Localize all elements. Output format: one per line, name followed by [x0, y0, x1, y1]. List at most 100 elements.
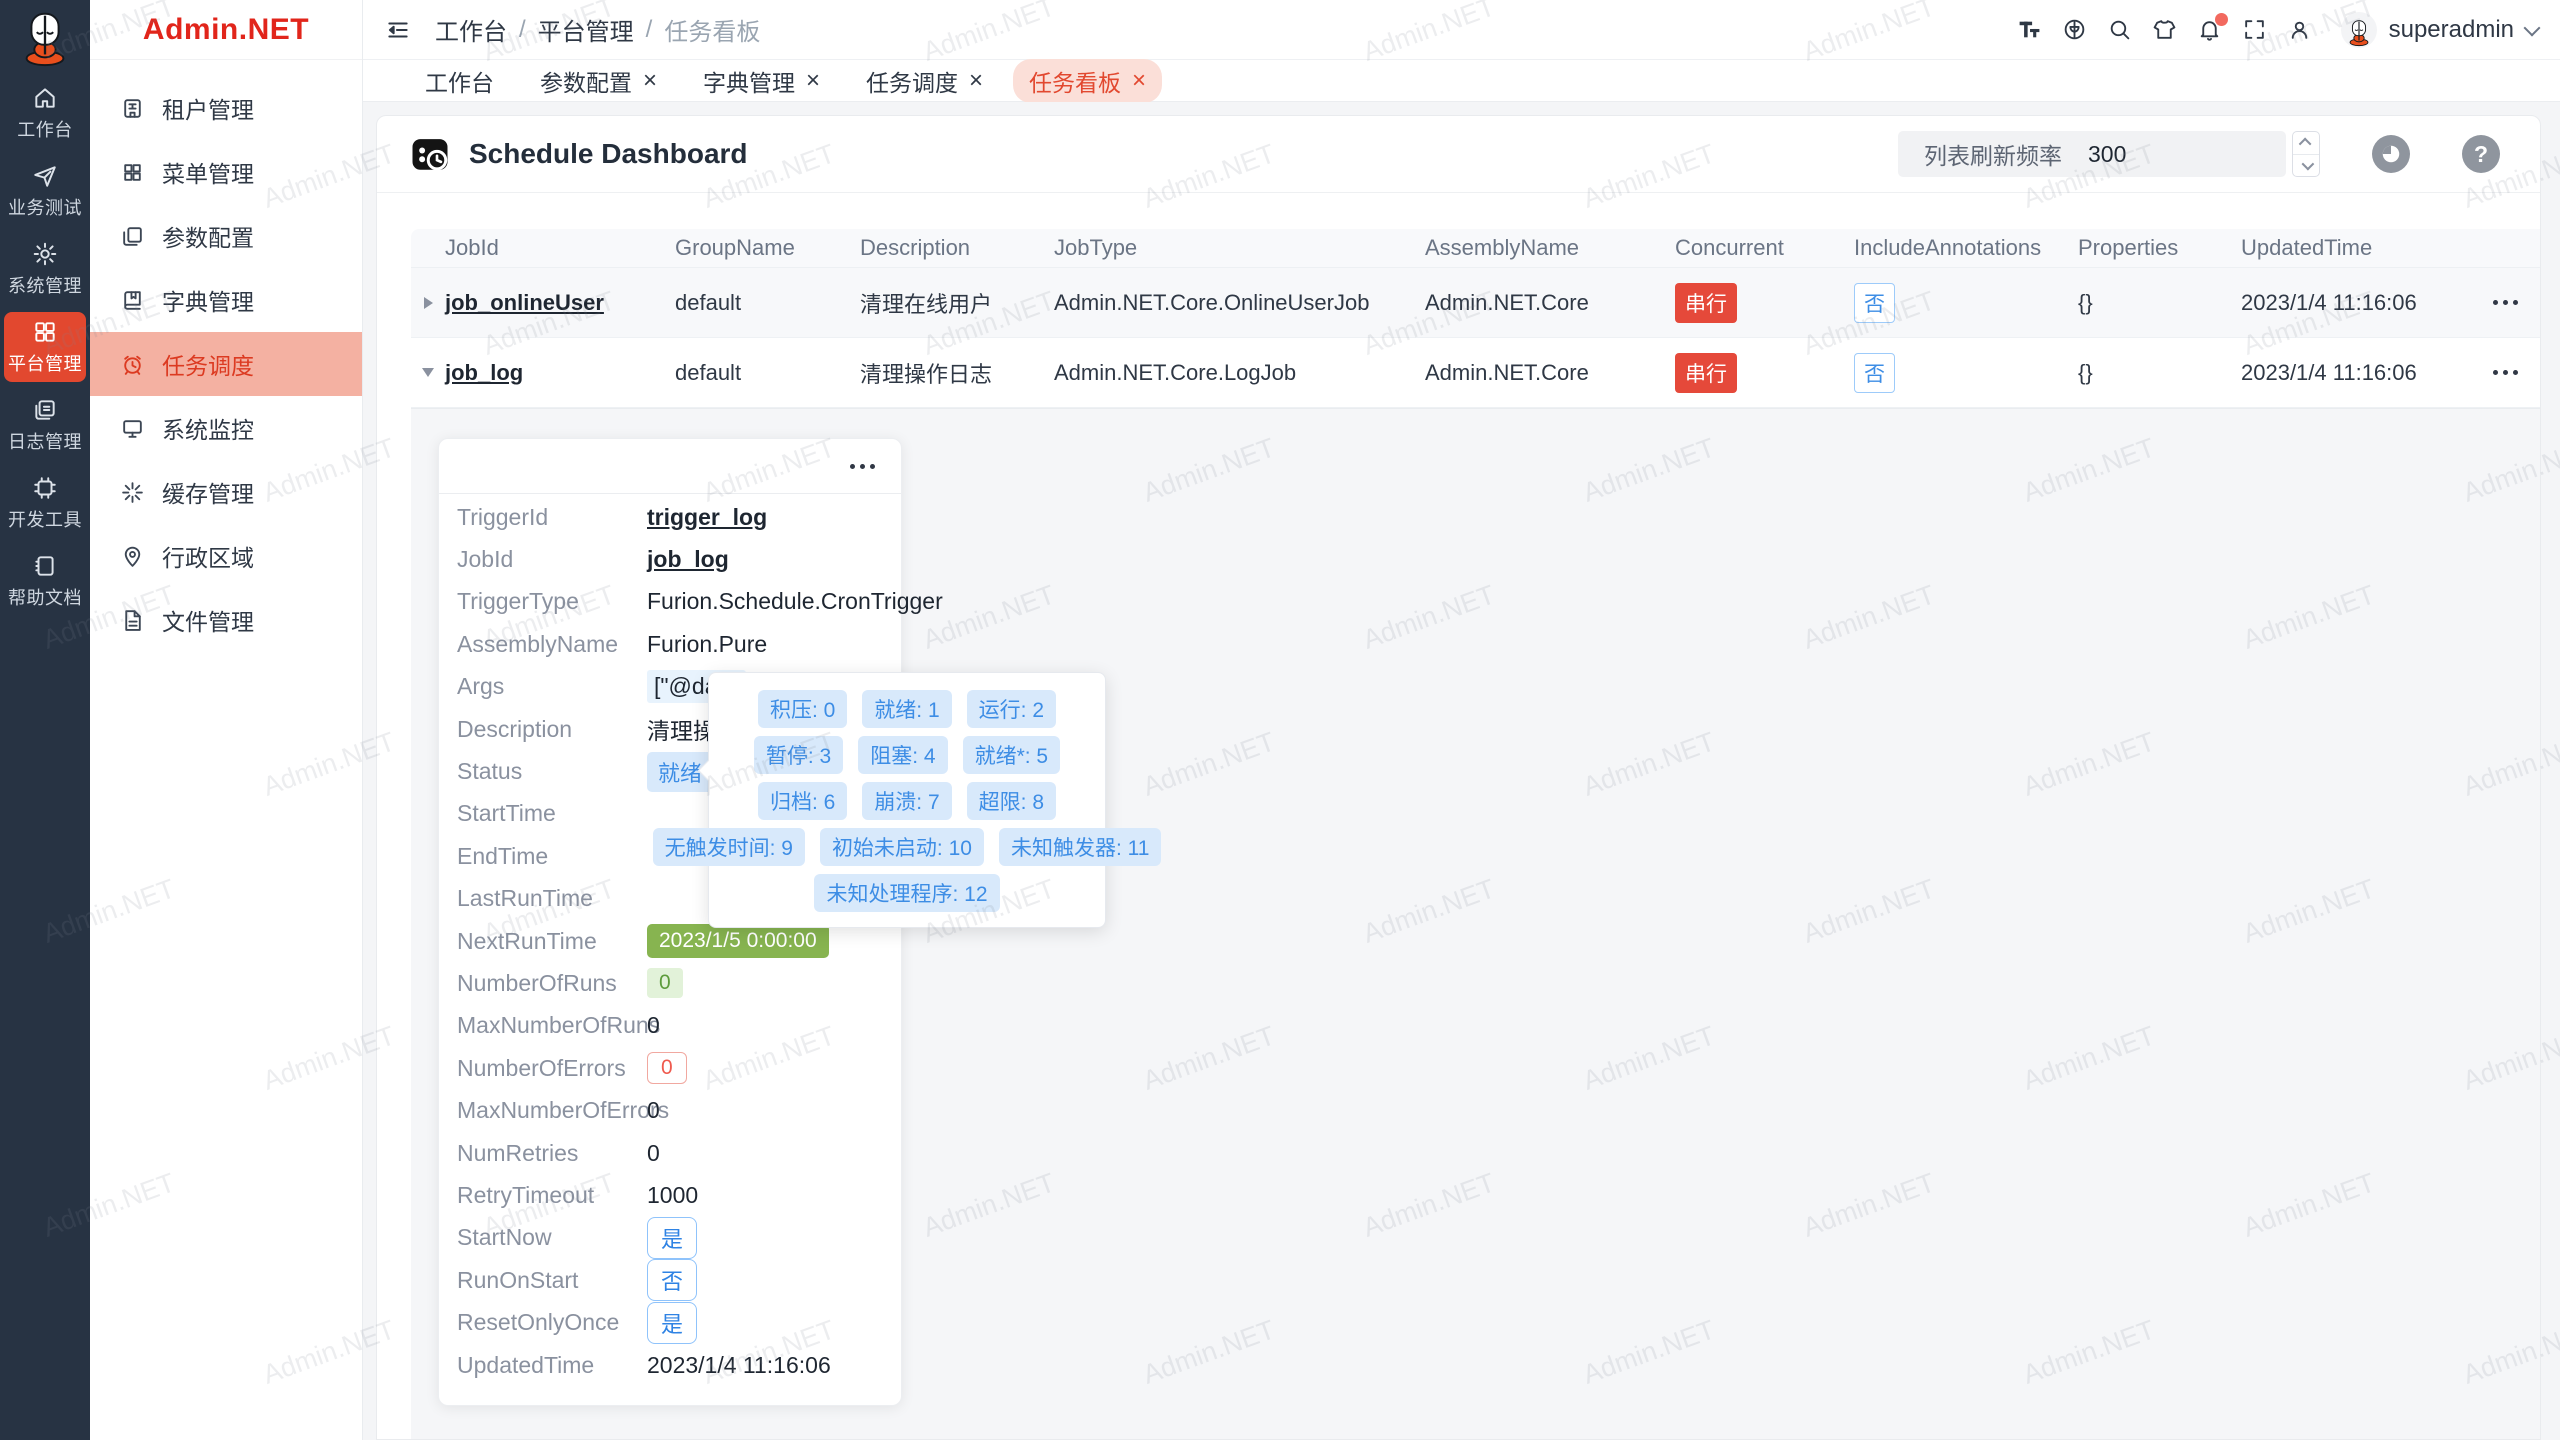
chevron-up-icon: [2298, 138, 2311, 151]
user-avatar[interactable]: [2341, 12, 2377, 48]
status-legend-popover: 积压: 0 就绪: 1 运行: 2 暂停: 3 阻塞: 4 就绪*: 5 归档:…: [708, 672, 1106, 928]
table-row-job-log[interactable]: job_log default 清理操作日志 Admin.NET.Core.Lo…: [411, 338, 2540, 408]
rail-item-platform[interactable]: 平台管理: [4, 312, 86, 382]
theme-shirt-icon: [2152, 17, 2177, 42]
search-icon: [2107, 17, 2132, 42]
help-button[interactable]: ?: [2462, 135, 2500, 173]
tab-close-icon[interactable]: ×: [643, 69, 657, 93]
sidebar-nav: 租户管理 菜单管理 参数配置 字典管理 任务调度 系统监控: [90, 60, 362, 652]
rail-item-workbench[interactable]: 工作台: [4, 78, 86, 148]
status-legend-badge: 归档: 6: [758, 782, 847, 820]
table-row-job-onlineUser[interactable]: job_onlineUser default 清理在线用户 Admin.NET.…: [411, 268, 2540, 338]
stepper-up-button[interactable]: [2293, 132, 2319, 154]
notebook-icon: [32, 553, 58, 579]
breadcrumb-item[interactable]: 工作台: [435, 12, 507, 47]
status-legend-badge: 未知触发器: 11: [999, 828, 1161, 866]
detail-row: ResetOnlyOnce是: [439, 1301, 901, 1343]
font-size-button[interactable]: [2017, 17, 2043, 43]
tab-task-dashboard[interactable]: 任务看板 ×: [1013, 59, 1162, 103]
popover-row: 未知处理程序: 12: [719, 874, 1095, 912]
collapse-caret-icon[interactable]: [411, 368, 445, 377]
person-icon: [2287, 17, 2312, 42]
column-header: GroupName: [675, 235, 860, 261]
column-header: IncludeAnnotations: [1854, 235, 2078, 261]
sidebar-fold-button[interactable]: [381, 13, 415, 47]
sidebar-item-tenant[interactable]: 租户管理: [90, 76, 362, 140]
refresh-rate-input[interactable]: 列表刷新频率 300: [1898, 131, 2286, 177]
page-content: Schedule Dashboard 列表刷新频率 300: [363, 102, 2560, 1440]
profile-button[interactable]: [2287, 17, 2313, 43]
status-legend-badge: 超限: 8: [967, 782, 1056, 820]
rail-item-system[interactable]: 系统管理: [4, 234, 86, 304]
timer-button[interactable]: [2372, 135, 2410, 173]
tab-label: 任务看板: [1029, 64, 1121, 98]
detail-row: TriggerIdtrigger_log: [439, 496, 901, 538]
tab-close-icon[interactable]: ×: [969, 69, 983, 93]
tab-label: 任务调度: [866, 64, 958, 98]
tenant-icon: [120, 96, 145, 121]
logs-icon: [32, 397, 58, 423]
expand-caret-icon[interactable]: [411, 297, 445, 309]
stepper-down-button[interactable]: [2293, 154, 2319, 177]
timer-icon: [2380, 143, 2402, 165]
tab-dictionary[interactable]: 字典管理 ×: [687, 59, 836, 103]
popover-row: 暂停: 3 阻塞: 4 就绪*: 5: [719, 736, 1095, 774]
language-button[interactable]: [2062, 17, 2088, 43]
grid-icon: [32, 319, 58, 345]
detail-row: JobIdjob_log: [439, 538, 901, 580]
status-legend-badge: 崩溃: 7: [862, 782, 951, 820]
cell-job-type: Admin.NET.Core.LogJob: [1054, 360, 1425, 386]
panel-actions-button[interactable]: [850, 464, 875, 469]
map-pin-icon: [120, 544, 145, 569]
tab-label: 工作台: [425, 64, 494, 98]
detail-row: NumberOfRuns0: [439, 962, 901, 1004]
mascot-avatar-icon: [2344, 16, 2374, 48]
sidebar-item-dictionary[interactable]: 字典管理: [90, 268, 362, 332]
fullscreen-button[interactable]: [2242, 17, 2268, 43]
job-id-link[interactable]: job_onlineUser: [445, 290, 604, 315]
chevron-down-icon[interactable]: [2524, 19, 2541, 36]
rail-item-label: 日志管理: [8, 428, 82, 454]
sidebar-item-task-schedule[interactable]: 任务调度: [90, 332, 362, 396]
column-header: Description: [860, 235, 1054, 261]
page-title: Schedule Dashboard: [469, 138, 748, 170]
cell-properties: {}: [2078, 290, 2241, 316]
panel-menu: [439, 439, 901, 494]
notification-button[interactable]: [2197, 17, 2223, 43]
rail-item-biz-test[interactable]: 业务测试: [4, 156, 86, 226]
tab-params[interactable]: 参数配置 ×: [524, 59, 673, 103]
rail-item-devtools[interactable]: 开发工具: [4, 468, 86, 538]
file-icon: [120, 608, 145, 633]
tab-task-schedule[interactable]: 任务调度 ×: [850, 59, 999, 103]
tab-close-icon[interactable]: ×: [1132, 69, 1146, 93]
sidebar-item-cache[interactable]: 缓存管理: [90, 460, 362, 524]
tab-bar: 工作台 参数配置 × 字典管理 × 任务调度 × 任务看板 ×: [363, 60, 2560, 102]
sidebar-item-region[interactable]: 行政区域: [90, 524, 362, 588]
sidebar-item-files[interactable]: 文件管理: [90, 588, 362, 652]
breadcrumb-item[interactable]: 平台管理: [538, 12, 634, 47]
alarm-clock-icon: [120, 352, 145, 377]
tab-close-icon[interactable]: ×: [806, 69, 820, 93]
row-actions-button[interactable]: [2491, 300, 2540, 305]
tab-workbench[interactable]: 工作台: [409, 59, 510, 103]
brand-wordmark[interactable]: Admin.NET: [90, 0, 362, 60]
job-id-link[interactable]: job_log: [445, 360, 523, 385]
rail-item-label: 开发工具: [8, 506, 82, 532]
breadcrumb-separator: /: [646, 16, 653, 44]
rail-item-help-docs[interactable]: 帮助文档: [4, 546, 86, 616]
username[interactable]: superadmin: [2389, 16, 2514, 44]
rail-item-logs[interactable]: 日志管理: [4, 390, 86, 460]
concurrent-badge: 串行: [1675, 283, 1737, 323]
trigger-id-link[interactable]: trigger_log: [647, 504, 767, 531]
search-button[interactable]: [2107, 17, 2133, 43]
sidebar-item-monitor[interactable]: 系统监控: [90, 396, 362, 460]
brand-mascot-logo[interactable]: [0, 0, 90, 74]
refresh-rate-value: 300: [2088, 141, 2126, 168]
sidebar-item-menu[interactable]: 菜单管理: [90, 140, 362, 204]
job-id-link[interactable]: job_log: [647, 546, 729, 573]
row-actions-button[interactable]: [2491, 370, 2540, 375]
theme-button[interactable]: [2152, 17, 2178, 43]
gear-icon: [32, 241, 58, 267]
sidebar-item-params[interactable]: 参数配置: [90, 204, 362, 268]
status-legend-badge: 就绪: 1: [862, 690, 951, 728]
